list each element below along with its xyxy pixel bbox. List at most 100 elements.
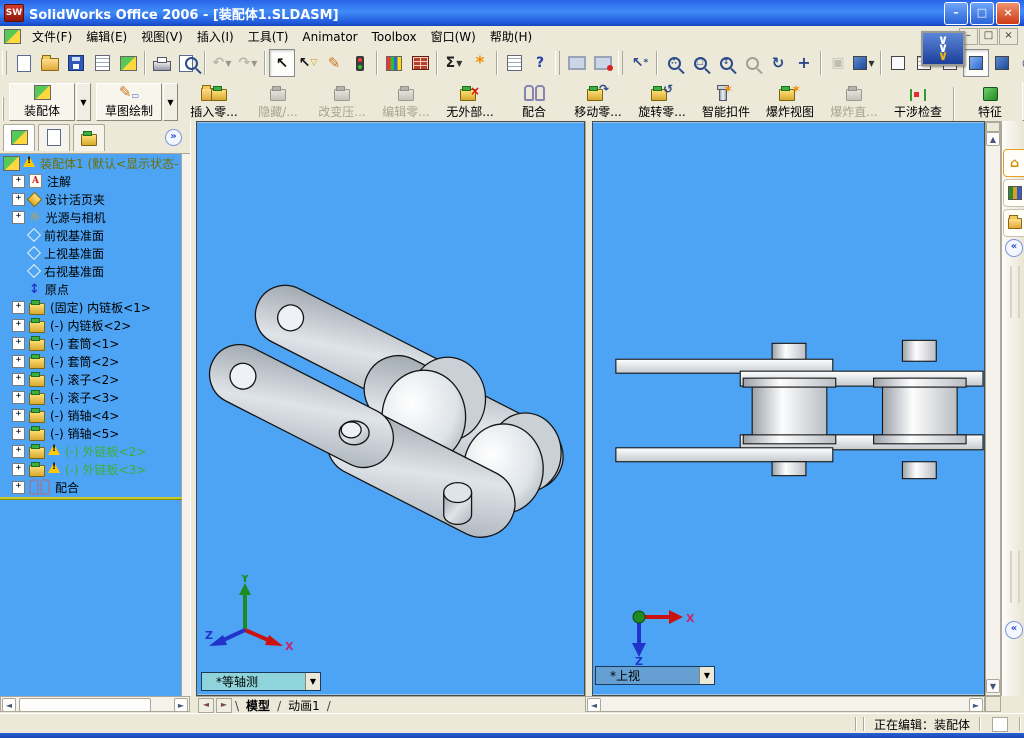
- print-icon[interactable]: [149, 49, 175, 77]
- solidworks-resources-tab[interactable]: ⌂: [1003, 149, 1024, 177]
- tree-item[interactable]: + (-) 套筒<2>: [0, 352, 182, 370]
- traffic-light-icon[interactable]: [347, 49, 373, 77]
- tree-expand-box[interactable]: +: [12, 480, 25, 494]
- toolbar-grip[interactable]: [618, 51, 623, 75]
- quick-tips-flyout-button[interactable]: ∨ ∨ ∨: [921, 31, 965, 66]
- texture-icon[interactable]: [407, 49, 433, 77]
- standard-views-icon[interactable]: ▼: [851, 49, 877, 77]
- right-scroll-left-button[interactable]: ◄: [587, 698, 601, 712]
- view-orientation-left[interactable]: *等轴测 ▼: [201, 672, 321, 691]
- tree-expand-box[interactable]: +: [12, 390, 25, 404]
- toolbar-grip[interactable]: [2, 51, 7, 75]
- assembly-dropdown-button[interactable]: ▼: [76, 83, 91, 121]
- menu-item-窗口W[interactable]: 窗口(W): [424, 28, 483, 46]
- toolbar-grip[interactable]: [555, 51, 560, 75]
- featuremanager-tab[interactable]: [3, 123, 35, 151]
- tree-item[interactable]: + (-) 外链板<2>: [0, 442, 182, 460]
- assembly-button-no-external[interactable]: × 无外部...: [438, 81, 502, 121]
- tree-item[interactable]: + (-) 套筒<1>: [0, 334, 182, 352]
- tab-scroll-left-button[interactable]: ◄: [198, 698, 214, 713]
- section-view-icon[interactable]: ◑: [1015, 49, 1024, 77]
- assembly-button-smart-fasteners[interactable]: ✶ 智能扣件: [694, 81, 758, 121]
- zoom-selection-icon[interactable]: [739, 49, 765, 77]
- restore-button[interactable]: □: [970, 1, 994, 25]
- redo-icon[interactable]: ↷ ▼: [235, 49, 261, 77]
- sketch-icon[interactable]: ✎: [321, 49, 347, 77]
- tree-item[interactable]: + (-) 滚子<2>: [0, 370, 182, 388]
- tree-expand-box[interactable]: +: [12, 462, 25, 476]
- assembly-button-interference[interactable]: 干涉检查: [886, 81, 950, 121]
- assembly-button-mate[interactable]: 配合: [502, 81, 566, 121]
- measure-icon[interactable]: Σ ▼: [441, 49, 467, 77]
- right-horizontal-scrollbar[interactable]: ◄ ►: [585, 696, 985, 712]
- menu-item-帮助H[interactable]: 帮助(H): [483, 28, 539, 46]
- propertymanager-tab[interactable]: [38, 123, 70, 151]
- configurationmanager-tab[interactable]: [73, 123, 105, 151]
- menu-item-编辑E[interactable]: 编辑(E): [79, 28, 134, 46]
- tree-expand-box[interactable]: +: [12, 192, 25, 206]
- new-document-icon[interactable]: [11, 49, 37, 77]
- tree-item[interactable]: + (-) 销轴<4>: [0, 406, 182, 424]
- tree-vertical-scrollbar[interactable]: [181, 154, 190, 696]
- make-assembly-icon[interactable]: [115, 49, 141, 77]
- render-icon[interactable]: ▣: [825, 49, 851, 77]
- tree-horizontal-scrollbar[interactable]: ◄ ►: [0, 696, 190, 712]
- tree-root-item[interactable]: 装配体1 (默认<显示状态-: [0, 154, 182, 172]
- task-pane-collapse-button[interactable]: «: [1005, 239, 1023, 257]
- tree-item[interactable]: + ☼ 光源与相机: [0, 208, 182, 226]
- undo-icon[interactable]: ↶ ▼: [209, 49, 235, 77]
- tree-scroll-right-button[interactable]: ►: [174, 698, 188, 712]
- fullscreen-icon[interactable]: [564, 49, 590, 77]
- tree-item[interactable]: 右视基准面: [0, 262, 182, 280]
- tab-scroll-right-button[interactable]: ►: [216, 698, 232, 713]
- right-scroll-right-button[interactable]: ►: [969, 698, 983, 712]
- zoom-in-out-icon[interactable]: ↕: [713, 49, 739, 77]
- tree-expand-box[interactable]: +: [12, 354, 25, 368]
- sketch-pencil-dropdown-button[interactable]: ▼: [163, 83, 178, 121]
- help-icon[interactable]: ?: [527, 49, 553, 77]
- close-button[interactable]: ×: [996, 1, 1020, 25]
- vertical-scrollbar[interactable]: ▲ ▼: [985, 121, 1001, 696]
- properties-list-icon[interactable]: [501, 49, 527, 77]
- make-drawing-icon[interactable]: [89, 49, 115, 77]
- wireframe-icon[interactable]: [885, 49, 911, 77]
- select-icon[interactable]: ↖: [269, 49, 295, 77]
- design-library-tab[interactable]: [1003, 179, 1024, 207]
- tree-item[interactable]: + 配合: [0, 478, 182, 496]
- zoom-fit-icon[interactable]: ∴: [661, 49, 687, 77]
- scroll-up-button[interactable]: ▲: [986, 132, 1000, 146]
- assembly-button-exploded-view[interactable]: ✶ 爆炸视图: [758, 81, 822, 121]
- assembly-button-features[interactable]: 特征: [958, 81, 1022, 121]
- assembly-button-insert-component[interactable]: 插入零...: [182, 81, 246, 121]
- menu-item-Toolbox[interactable]: Toolbox: [365, 28, 424, 46]
- mdi-restore-button[interactable]: □: [979, 28, 998, 45]
- tree-expand-box[interactable]: +: [12, 210, 25, 224]
- open-icon[interactable]: [37, 49, 63, 77]
- tree-item[interactable]: + (-) 销轴<5>: [0, 424, 182, 442]
- menu-item-插入I[interactable]: 插入(I): [190, 28, 241, 46]
- tree-item[interactable]: + 设计活页夹: [0, 190, 182, 208]
- assembly-button-assembly[interactable]: 装配体: [9, 83, 75, 121]
- select-filter-icon[interactable]: ↖ ▽: [295, 49, 321, 77]
- shaded-icon[interactable]: [963, 49, 989, 77]
- task-pane-grip-2[interactable]: [1010, 551, 1020, 603]
- tree-expand-box[interactable]: +: [12, 408, 25, 422]
- zoom-area-icon[interactable]: □: [687, 49, 713, 77]
- viewport-display-icon[interactable]: [590, 49, 616, 77]
- tree-item[interactable]: + A 注解: [0, 172, 182, 190]
- print-preview-icon[interactable]: [175, 49, 201, 77]
- tree-expand-box[interactable]: +: [12, 426, 25, 440]
- tree-expand-box[interactable]: +: [12, 318, 25, 332]
- tree-item[interactable]: + (固定) 内链板<1>: [0, 298, 182, 316]
- tree-scroll-thumb[interactable]: [19, 698, 151, 712]
- tree-item[interactable]: 前视基准面: [0, 226, 182, 244]
- tree-expand-box[interactable]: +: [12, 300, 25, 314]
- view-orientation-left-dropdown[interactable]: ▼: [305, 673, 320, 690]
- edit-color-icon[interactable]: [381, 49, 407, 77]
- scroll-down-button[interactable]: ▼: [986, 679, 1000, 693]
- save-icon[interactable]: [63, 49, 89, 77]
- fly-select-icon[interactable]: ↖ *: [627, 49, 653, 77]
- tree-expand-box[interactable]: +: [12, 336, 25, 350]
- mdi-close-button[interactable]: ×: [999, 28, 1018, 45]
- toolbar-grip[interactable]: [2, 97, 4, 121]
